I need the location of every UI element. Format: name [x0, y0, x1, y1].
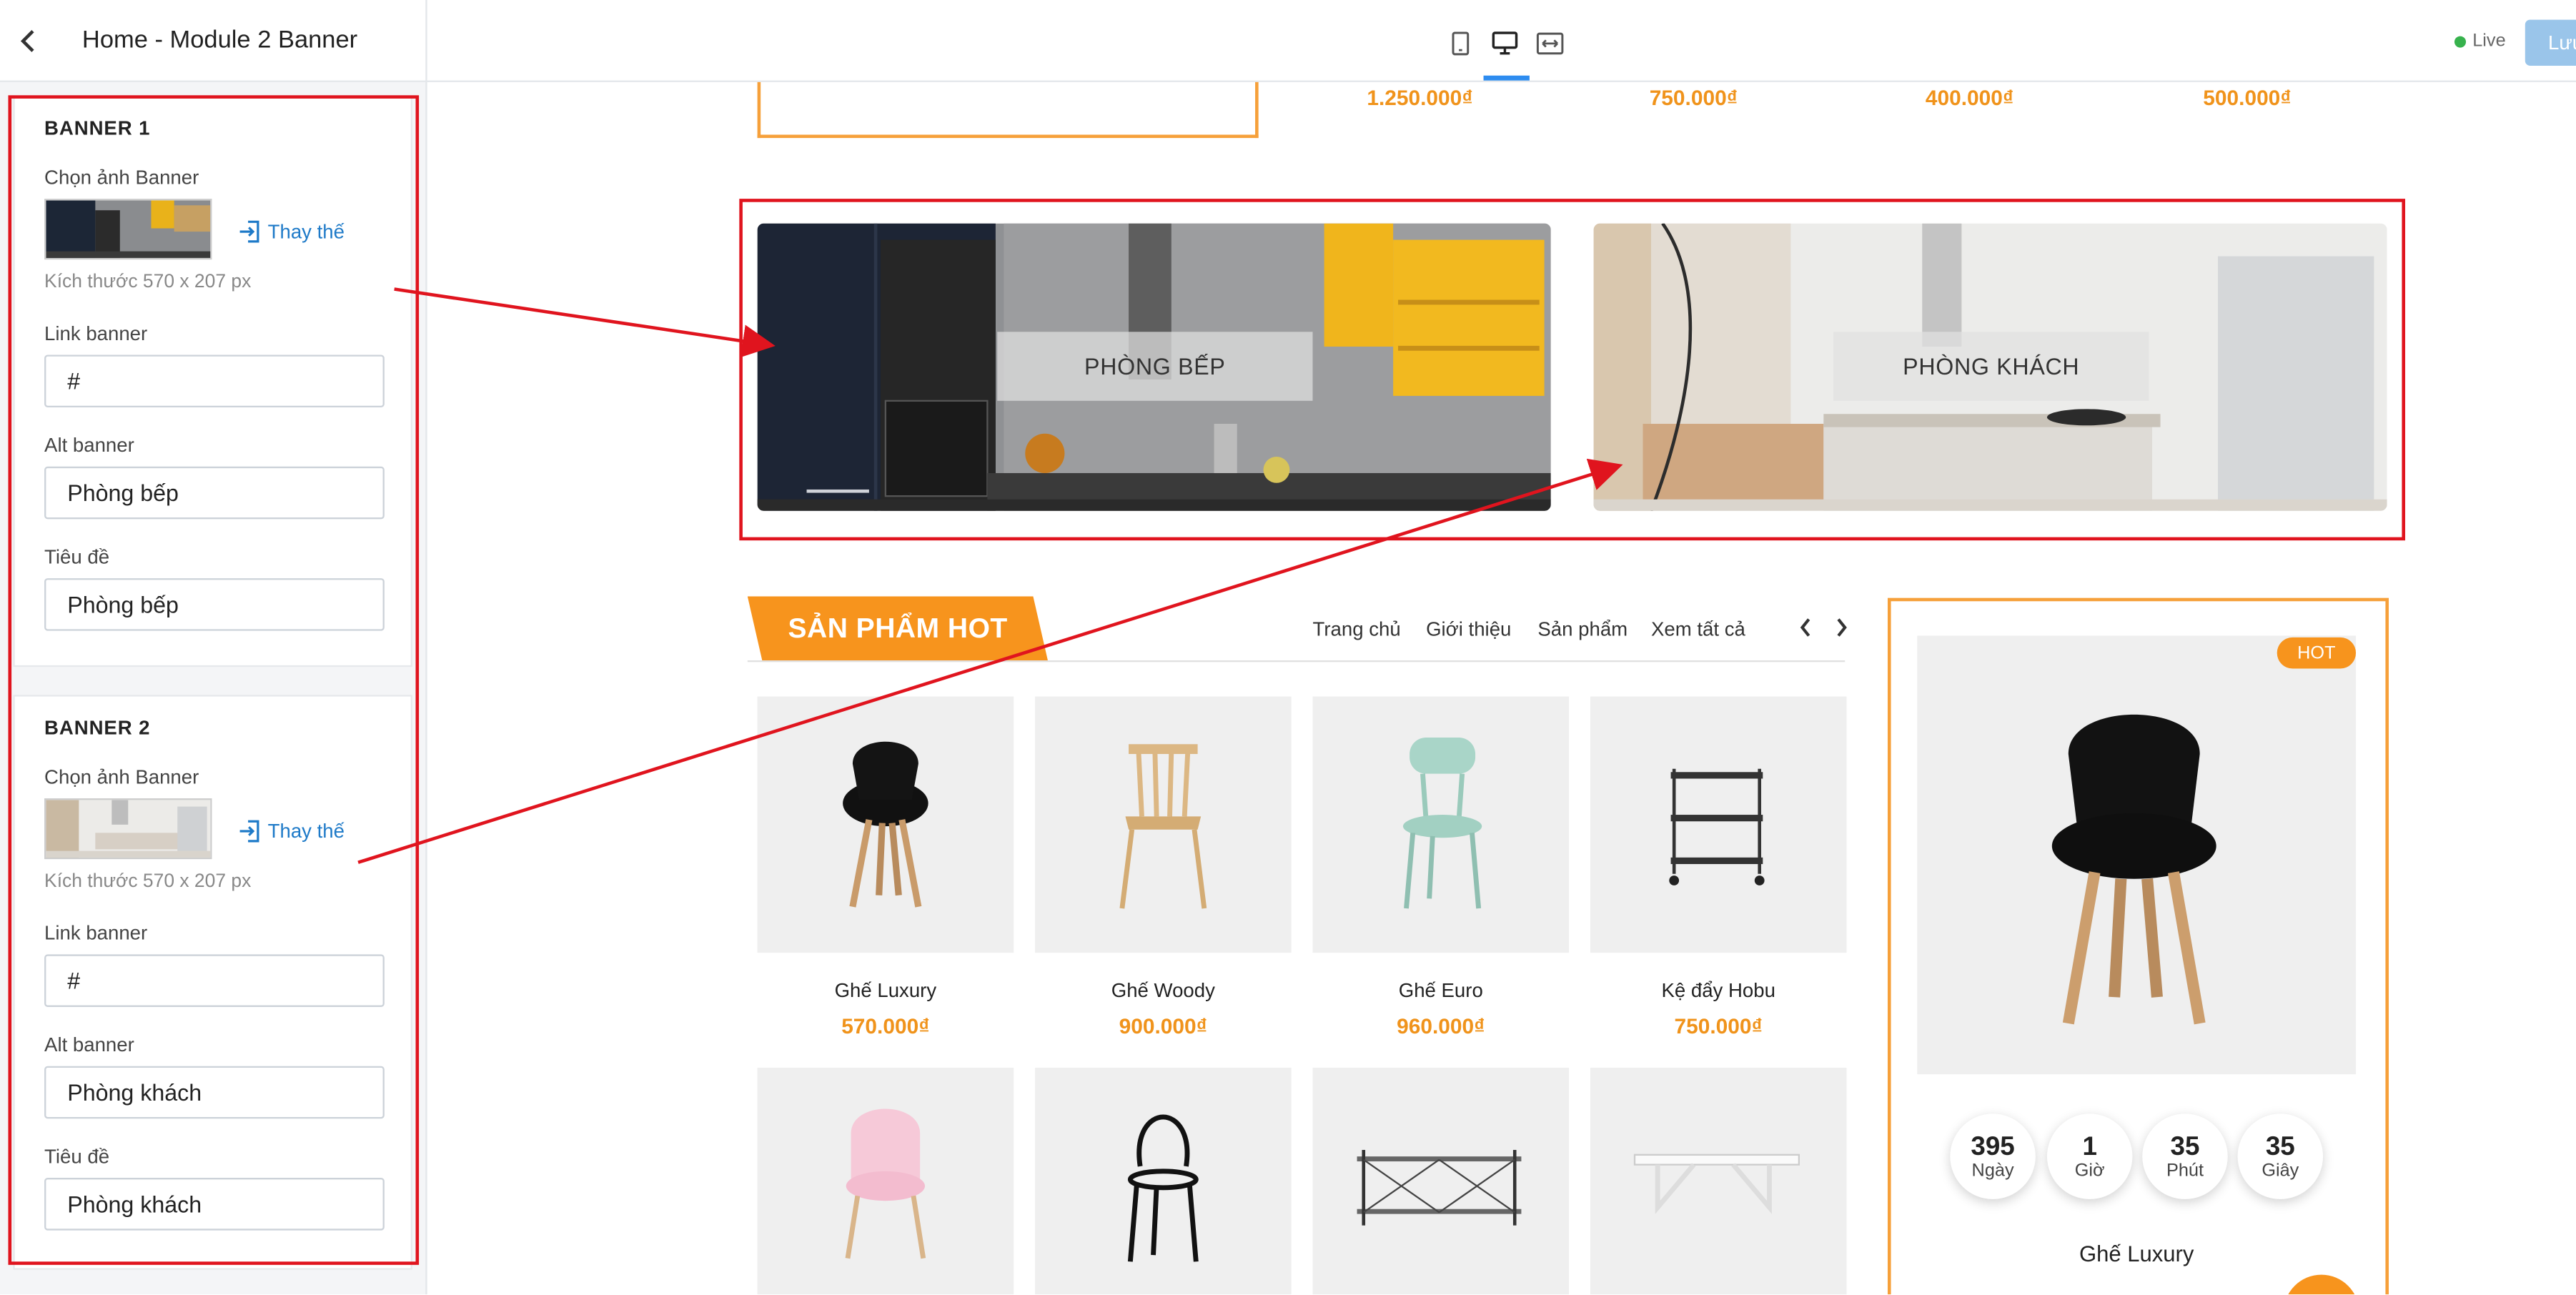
product-image-chair-luxury	[757, 696, 1014, 953]
chevron-left-icon	[20, 30, 34, 52]
active-view-indicator	[1483, 75, 1530, 81]
nav-link-home[interactable]: Trang chủ	[1313, 617, 1401, 640]
live-dot-icon	[2454, 35, 2467, 47]
chevron-left-icon	[1800, 618, 1810, 637]
live-status: Live	[2454, 31, 2506, 51]
product-card[interactable]	[1590, 1068, 1847, 1295]
nav-link-view-all[interactable]: Xem tất cả	[1651, 617, 1745, 640]
product-card[interactable]: Ghế Luxury 570.000₫	[757, 696, 1014, 1038]
top-price-2: 750.000₫	[1649, 85, 1738, 110]
save-button[interactable]: Lưu	[2525, 19, 2576, 66]
chevron-right-icon	[1837, 618, 1847, 637]
countdown-unit: Phút	[2166, 1160, 2204, 1181]
product-image-cart-hobu	[1590, 696, 1847, 953]
product-image-shelf	[1312, 1068, 1570, 1295]
countdown-unit: Giờ	[2074, 1160, 2105, 1181]
countdown-value: 35	[2265, 1132, 2295, 1161]
product-image-black-chair	[1035, 1068, 1292, 1295]
fullwidth-view-button[interactable]	[1535, 28, 1564, 57]
countdown-unit: Ngày	[1971, 1160, 2014, 1181]
product-card[interactable]: Ghế Euro 960.000₫	[1312, 696, 1570, 1038]
mobile-view-button[interactable]	[1446, 28, 1475, 57]
countdown-minutes: 35 Phút	[2142, 1113, 2228, 1199]
hot-badge: HOT	[2277, 637, 2357, 669]
top-price-4: 500.000₫	[2203, 85, 2292, 110]
product-card[interactable]: Ghế Woody 900.000₫	[1035, 696, 1292, 1038]
countdown-hours: 1 Giờ	[2046, 1113, 2133, 1199]
desktop-view-button[interactable]	[1490, 28, 1520, 57]
annotation-highlight-sidebar	[8, 95, 420, 1265]
product-name: Ghế Euro	[1398, 978, 1483, 1003]
hot-products-heading: SẢN PHẨM HOT	[747, 596, 1049, 663]
product-price: 750.000₫	[1674, 1013, 1763, 1038]
nav-link-about[interactable]: Giới thiệu	[1426, 617, 1511, 640]
prev-arrow-button[interactable]	[1799, 617, 1812, 642]
product-card[interactable]	[1035, 1068, 1292, 1295]
top-bar	[0, 0, 2576, 82]
deal-product-image[interactable]	[1917, 635, 2357, 1075]
top-price-1: 1.250.000₫	[1367, 85, 1473, 110]
countdown-days: 395 Ngày	[1950, 1113, 2036, 1199]
product-card[interactable]	[1312, 1068, 1570, 1295]
page-preview: 1.250.000₫ 750.000₫ 400.000₫ 500.000₫ PH…	[428, 81, 2576, 1295]
product-price: 900.000₫	[1119, 1013, 1208, 1038]
product-name: Kệ đẩy Hobu	[1661, 978, 1775, 1003]
product-card[interactable]: Kệ đẩy Hobu 750.000₫	[1590, 696, 1847, 1038]
product-image-pink-chair	[757, 1068, 1014, 1295]
countdown-value: 395	[1971, 1132, 2015, 1161]
section-divider	[747, 660, 1846, 663]
live-label: Live	[2472, 31, 2506, 51]
page-title: Home - Module 2 Banner	[81, 26, 358, 54]
divider	[425, 0, 427, 82]
countdown-seconds: 35 Giây	[2237, 1113, 2324, 1199]
product-image-chair-euro	[1312, 696, 1570, 953]
annotation-highlight-banners	[739, 199, 2406, 541]
desktop-icon	[1492, 31, 1518, 54]
top-price-3: 400.000₫	[1925, 85, 2014, 110]
product-card[interactable]	[757, 1068, 1014, 1295]
product-image-chair-woody	[1035, 696, 1292, 953]
countdown-value: 1	[2082, 1132, 2097, 1161]
product-image-wall-shelf	[1590, 1068, 1847, 1295]
next-arrow-button[interactable]	[1835, 617, 1848, 642]
product-price: 960.000₫	[1397, 1013, 1485, 1038]
product-name: Ghế Woody	[1111, 978, 1215, 1003]
expand-width-icon	[1535, 31, 1563, 54]
product-name: Ghế Luxury	[834, 978, 937, 1003]
nav-link-products[interactable]: Sản phẩm	[1537, 617, 1628, 640]
back-button[interactable]	[13, 26, 42, 56]
deal-product-name: Ghế Luxury	[2079, 1241, 2194, 1267]
countdown-value: 35	[2170, 1132, 2200, 1161]
countdown-unit: Giây	[2262, 1160, 2299, 1181]
product-card-outline	[757, 81, 1259, 139]
product-price: 570.000₫	[841, 1013, 930, 1038]
mobile-icon	[1452, 31, 1470, 55]
